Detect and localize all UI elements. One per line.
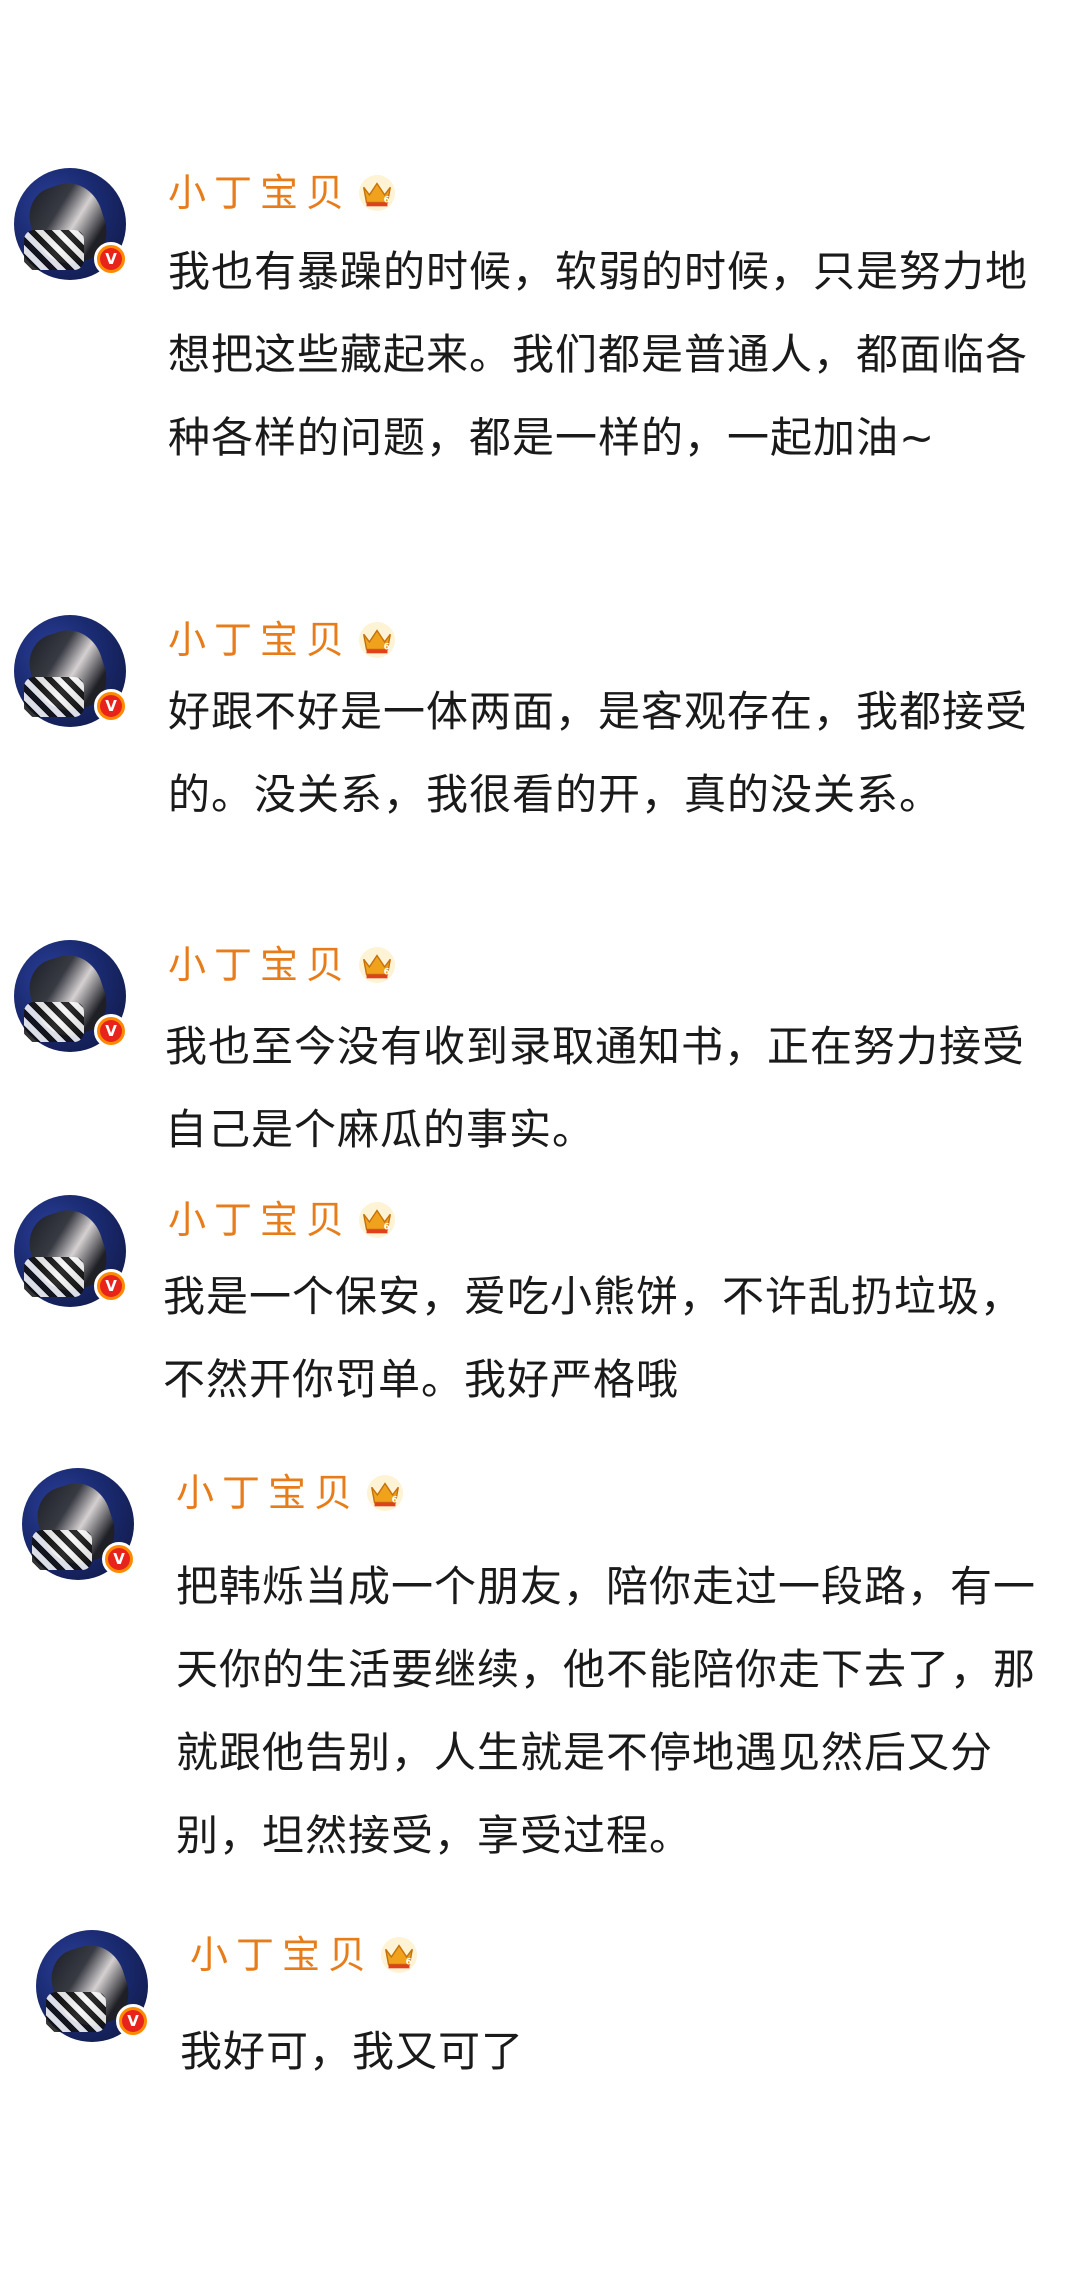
name-row: 小丁宝贝 6	[168, 1195, 396, 1245]
name-row: 小丁宝贝 6	[176, 1468, 404, 1518]
crown-level-icon: 6	[358, 174, 396, 212]
comment-text: 好跟不好是一体两面，是客观存在，我都接受的。没关系，我很看的开，真的没关系。	[168, 687, 1029, 819]
avatar-shirt	[24, 1002, 84, 1042]
verified-v-icon: V	[94, 689, 128, 723]
username[interactable]: 小丁宝贝	[168, 615, 352, 665]
avatar[interactable]: V	[14, 940, 128, 1052]
avatar-shirt	[32, 1530, 92, 1570]
avatar-shirt	[24, 230, 84, 270]
verified-v-icon: V	[116, 2004, 150, 2038]
comment-text: 把韩烁当成一个朋友，陪你走过一段路，有一天你的生活要继续，他不能陪你走下去了，那…	[176, 1562, 1037, 1860]
comment-text: 我也至今没有收到录取通知书，正在努力接受自己是个麻瓜的事实。	[165, 1022, 1026, 1154]
avatar[interactable]: V	[14, 168, 128, 280]
verified-v-icon: V	[94, 1014, 128, 1048]
avatar[interactable]: V	[14, 615, 128, 727]
name-row: 小丁宝贝 6	[168, 615, 396, 665]
username[interactable]: 小丁宝贝	[176, 1468, 360, 1518]
verified-v-icon: V	[102, 1542, 136, 1576]
comment-feed: V 小丁宝贝 6 我也有暴躁的时候，软弱的时候，只是努力地想把这些藏起来。我们都…	[0, 0, 1080, 2280]
name-row: 小丁宝贝 6	[168, 168, 396, 218]
crown-level-icon: 6	[358, 621, 396, 659]
avatar[interactable]: V	[14, 1195, 128, 1307]
username[interactable]: 小丁宝贝	[168, 940, 352, 990]
username[interactable]: 小丁宝贝	[168, 1195, 352, 1245]
avatar-shirt	[46, 1992, 106, 2032]
verified-v-icon: V	[94, 1269, 128, 1303]
avatar[interactable]: V	[22, 1468, 136, 1580]
name-row: 小丁宝贝 6	[168, 940, 396, 990]
svg-text:6: 6	[384, 196, 390, 206]
svg-text:6: 6	[392, 1496, 398, 1506]
avatar-shirt	[24, 677, 84, 717]
crown-level-icon: 6	[358, 1201, 396, 1239]
verified-v-icon: V	[94, 242, 128, 276]
comment-text: 我好可，我又可了	[180, 2027, 525, 2076]
crown-level-icon: 6	[380, 1936, 418, 1974]
svg-text:6: 6	[384, 643, 390, 653]
comment-text: 我是一个保安，爱吃小熊饼，不许乱扔垃圾，不然开你罚单。我好严格哦	[163, 1272, 1024, 1404]
svg-text:6: 6	[406, 1958, 412, 1968]
svg-text:6: 6	[384, 1223, 390, 1233]
comment-text: 我也有暴躁的时候，软弱的时候，只是努力地想把这些藏起来。我们都是普通人，都面临各…	[168, 247, 1029, 462]
crown-level-icon: 6	[358, 946, 396, 984]
avatar[interactable]: V	[36, 1930, 150, 2042]
name-row: 小丁宝贝 6	[190, 1930, 418, 1980]
svg-text:6: 6	[384, 968, 390, 978]
avatar-shirt	[24, 1257, 84, 1297]
username[interactable]: 小丁宝贝	[190, 1930, 374, 1980]
crown-level-icon: 6	[366, 1474, 404, 1512]
username[interactable]: 小丁宝贝	[168, 168, 352, 218]
